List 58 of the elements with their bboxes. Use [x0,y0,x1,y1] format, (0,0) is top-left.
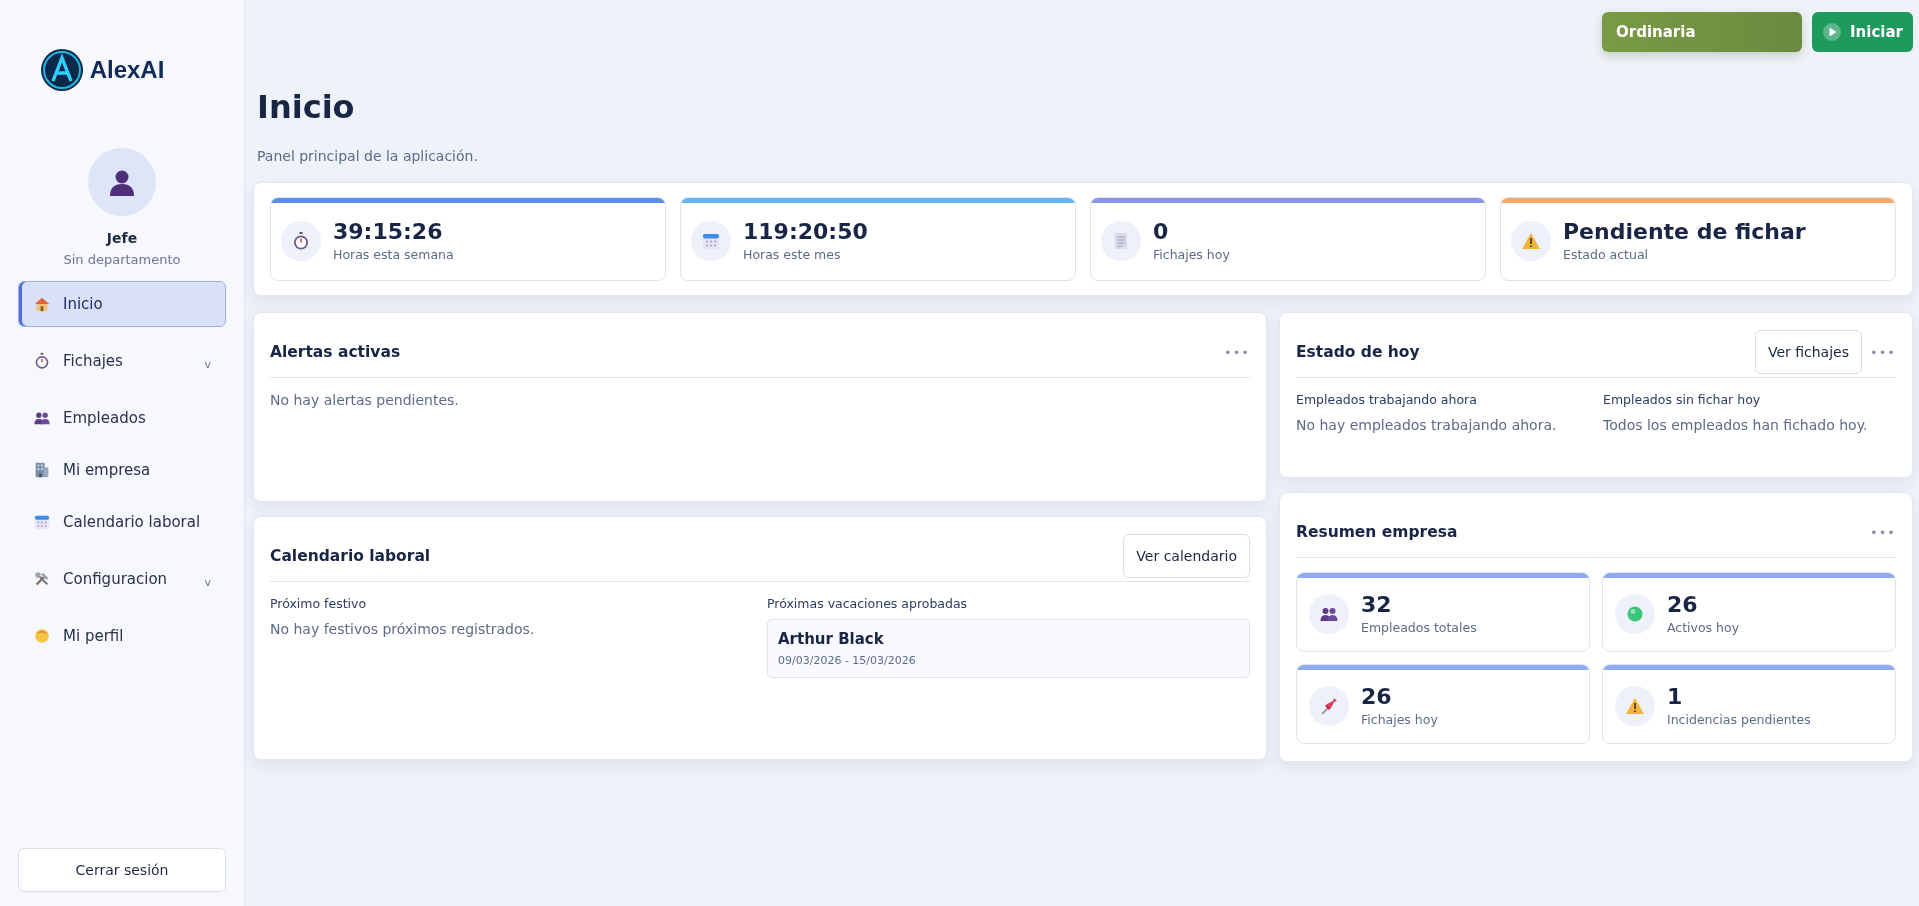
stopwatch-icon [291,230,311,251]
section-label: Próximas vacaciones aprobadas [767,596,969,611]
view-calendar-button[interactable]: Ver calendario [1123,534,1250,578]
user-name: Jefe [106,230,138,246]
nav-item[interactable]: Mi perfil [18,613,226,659]
pushpin-icon [1319,695,1339,716]
start-button[interactable]: Iniciar [1812,12,1913,52]
tools-icon [33,570,51,588]
stat-label: Empleados totales [1361,620,1477,635]
card-title: Estado de hoy [1296,343,1420,361]
stat-value: 119:20:50 [743,219,868,244]
building-icon [33,461,51,479]
nav-item[interactable]: Empleados [18,395,226,441]
logo-icon [39,48,84,92]
logout-button[interactable]: Cerrar sesión [18,848,226,892]
status-message: No hay empleados trabajando ahora. [1296,417,1558,433]
card-title: Calendario laboral [270,547,431,565]
user-department: Sin departamento [63,252,181,267]
head-icon [33,627,51,645]
caret-icon: v [204,357,211,371]
stat-label: Incidencias pendientes [1667,712,1811,727]
employee-name: Arthur Black [778,630,885,648]
stat-label: Activos hoy [1667,620,1740,635]
stat-label: Fichajes hoy [1153,247,1230,262]
page-title: Inicio [257,88,356,126]
brand-name: AlexAI [89,56,165,84]
nav-item[interactable]: Fichajes v [18,333,226,389]
caret-icon: v [204,575,211,589]
section-label: Próximo festivo [270,596,368,611]
stopwatch-icon [33,352,51,370]
page-subtitle: Panel principal de la aplicación. [257,148,479,164]
stat-value: 26 [1361,684,1393,709]
stat-label: Horas esta semana [333,247,454,262]
empty-message: No hay festivos próximos registrados. [270,621,536,637]
play-icon [1822,22,1843,42]
card-title: Alertas activas [270,343,401,361]
stat-value: 0 [1153,219,1170,244]
stat-value: Pendiente de fichar [1563,219,1806,244]
stat-value: 39:15:26 [333,219,444,244]
calendar-icon [33,513,51,531]
date-range: 09/03/2026 - 15/03/2026 [778,654,917,667]
house-icon [33,295,51,313]
nav-item[interactable]: Mi empresa [18,447,226,493]
empty-message: No hay alertas pendientes. [270,392,460,408]
view-records-button[interactable]: Ver fichajes [1754,330,1862,374]
nav-item[interactable]: Calendario laboral [18,499,226,545]
stat-label: Fichajes hoy [1361,712,1438,727]
section-label: Empleados sin fichar hoy [1603,392,1762,407]
stat-label: Estado actual [1563,247,1650,262]
stat-value: 1 [1667,684,1684,709]
stat-value: 32 [1361,592,1393,617]
stat-value: 26 [1667,592,1699,617]
section-label: Empleados trabajando ahora [1296,392,1478,407]
nav-item[interactable]: Inicio [18,281,226,327]
status-message: Todos los empleados han fichado hoy. [1603,417,1869,433]
card-title: Resumen empresa [1296,523,1458,541]
nav-item[interactable]: Configuracion v [18,551,226,607]
stat-label: Horas este mes [743,247,842,262]
